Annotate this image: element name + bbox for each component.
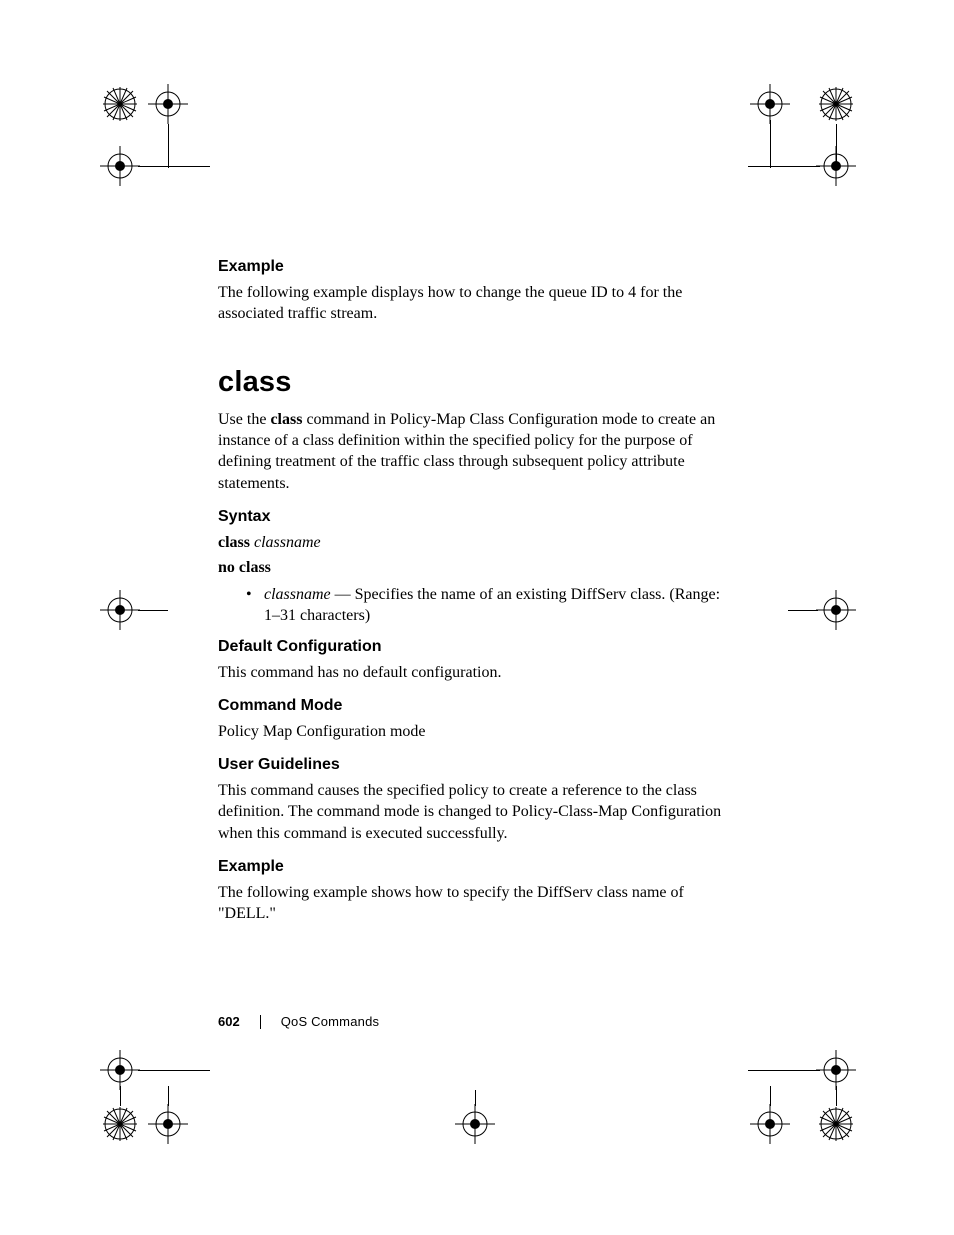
crop-mark-line — [138, 166, 210, 167]
intro-bold: class — [270, 411, 302, 428]
crop-mark-line — [168, 124, 169, 168]
heading-command-mode: Command Mode — [218, 697, 738, 715]
crop-mark-line — [138, 1070, 210, 1071]
heading-example-2: Example — [218, 858, 738, 876]
page-footer: 602 QoS Commands — [218, 1014, 379, 1029]
crop-mark-icon — [750, 84, 790, 124]
heading-command-title: class — [218, 366, 738, 399]
syntax-bullet-italic: classname — [264, 586, 331, 603]
heading-default-config: Default Configuration — [218, 638, 738, 656]
crop-mark-icon — [100, 1104, 140, 1144]
crop-mark-line — [168, 1086, 169, 1106]
crop-mark-icon — [455, 1104, 495, 1144]
heading-syntax: Syntax — [218, 508, 738, 526]
text-command-mode: Policy Map Configuration mode — [218, 721, 738, 742]
footer-section: QoS Commands — [281, 1014, 380, 1029]
crop-mark-line — [748, 166, 820, 167]
page-content: Example The following example displays h… — [218, 258, 738, 936]
crop-mark-line — [748, 1070, 820, 1071]
crop-mark-line — [475, 1090, 476, 1106]
crop-mark-icon — [816, 1050, 856, 1090]
crop-mark-icon — [816, 590, 856, 630]
crop-mark-line — [836, 124, 837, 168]
syntax-bullet-item: classname — Specifies the name of an exi… — [246, 584, 738, 626]
crop-mark-icon — [750, 1104, 790, 1144]
crop-mark-line — [770, 1086, 771, 1106]
crop-mark-line — [120, 1086, 121, 1106]
crop-mark-icon — [100, 590, 140, 630]
crop-mark-line — [770, 120, 771, 168]
crop-mark-icon — [816, 1104, 856, 1144]
crop-mark-icon — [816, 84, 856, 124]
syntax-line1-italic: classname — [254, 534, 321, 551]
crop-mark-line — [788, 610, 818, 611]
crop-mark-line — [138, 610, 168, 611]
text-command-intro: Use the class command in Policy-Map Clas… — [218, 409, 738, 493]
syntax-line-2: no class — [218, 557, 738, 578]
syntax-bullet-list: classname — Specifies the name of an exi… — [218, 584, 738, 626]
text-default-config: This command has no default configuratio… — [218, 662, 738, 683]
syntax-line-1: class classname — [218, 532, 738, 553]
crop-mark-line — [836, 1086, 837, 1106]
footer-divider — [260, 1015, 261, 1029]
syntax-line1-bold: class — [218, 534, 254, 551]
page-number: 602 — [218, 1014, 240, 1029]
crop-mark-icon — [148, 84, 188, 124]
heading-user-guidelines: User Guidelines — [218, 756, 738, 774]
text-example-2: The following example shows how to speci… — [218, 882, 738, 924]
heading-example-1: Example — [218, 258, 738, 276]
crop-mark-icon — [100, 1050, 140, 1090]
intro-prefix: Use the — [218, 411, 270, 428]
crop-mark-icon — [148, 1104, 188, 1144]
text-user-guidelines: This command causes the specified policy… — [218, 780, 738, 843]
syntax-bullet-text: — Specifies the name of an existing Diff… — [264, 586, 720, 624]
crop-mark-icon — [100, 84, 140, 124]
crop-mark-icon — [100, 146, 140, 186]
text-example-1: The following example displays how to ch… — [218, 282, 738, 324]
